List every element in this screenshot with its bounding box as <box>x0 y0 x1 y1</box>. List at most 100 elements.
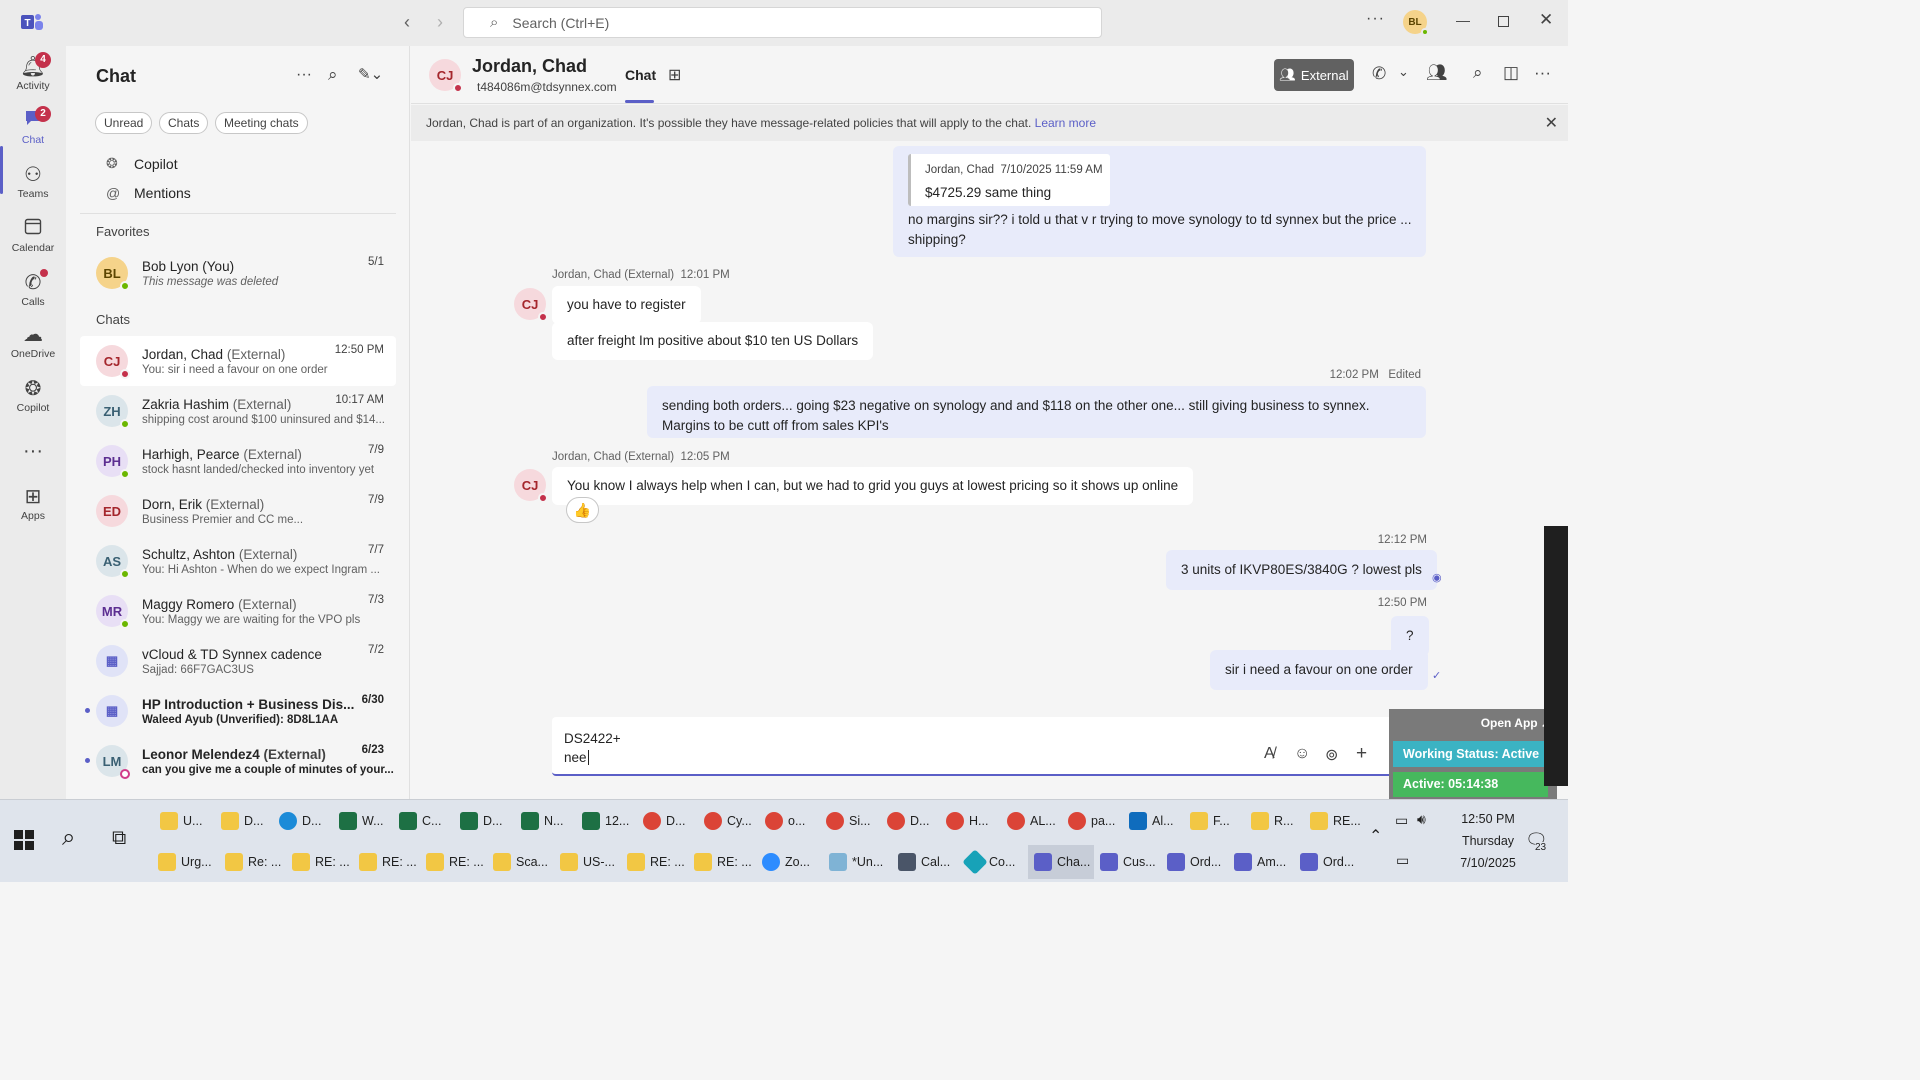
close-icon[interactable]: ✕ <box>1545 113 1558 133</box>
more-options-icon[interactable]: ··· <box>1366 10 1385 28</box>
message-incoming[interactable]: you have to register <box>552 286 701 324</box>
taskbar-item[interactable]: Cal... <box>898 845 950 879</box>
rail-item-teams[interactable]: ⚇ Teams <box>0 162 66 200</box>
start-button[interactable] <box>14 830 34 853</box>
battery-icon[interactable]: ▭ <box>1395 812 1408 829</box>
working-status-button[interactable]: Working Status: Active <box>1393 741 1548 767</box>
chat-item-hp-introduction[interactable]: ▦ HP Introduction + Business Dis... Wale… <box>80 686 396 736</box>
message-incoming[interactable]: You know I always help when I can, but w… <box>552 467 1194 505</box>
notification-center-icon[interactable]: 🗨︎ 23 <box>1525 830 1548 853</box>
chat-item-zakria-hashim[interactable]: ZH Zakria Hashim (External) shipping cos… <box>80 386 396 436</box>
taskbar-item[interactable]: RE: ... <box>627 845 685 879</box>
taskbar-item[interactable]: Co... <box>962 845 1015 879</box>
taskbar-item[interactable]: Al... <box>1129 804 1174 838</box>
clock[interactable]: 12:50 PM Thursday 7/10/2025 <box>1448 808 1528 874</box>
taskbar-item[interactable]: Cy... <box>704 804 752 838</box>
tray-chevron-up-icon[interactable]: ⌃ <box>1369 826 1382 846</box>
taskbar-item[interactable]: AL... <box>1007 804 1056 838</box>
filter-chats[interactable]: Chats <box>158 112 209 134</box>
chat-item-bob-lyon[interactable]: BL Bob Lyon (You) This message was delet… <box>80 248 396 298</box>
message-outgoing[interactable]: sir i need a favour on one order <box>1210 650 1428 690</box>
open-panel-icon[interactable]: ◫ <box>1503 63 1519 83</box>
taskbar-item[interactable]: Sca... <box>493 845 548 879</box>
open-app-button[interactable]: Open App ↗ <box>1481 716 1551 730</box>
teams-logo-icon[interactable]: T <box>21 12 43 32</box>
filter-unread[interactable]: Unread <box>95 112 153 134</box>
chat-item-dorn-erik[interactable]: ED Dorn, Erik (External) Business Premie… <box>80 486 396 536</box>
rail-item-onedrive[interactable]: ☁︎ OneDrive <box>0 322 66 360</box>
chevron-down-icon[interactable]: ⌄ <box>1398 64 1409 80</box>
contact-avatar[interactable]: CJ <box>429 59 463 93</box>
taskbar-item[interactable]: W... <box>339 804 384 838</box>
taskbar-item[interactable]: RE: ... <box>359 845 417 879</box>
participants-icon[interactable]: 👥︎ <box>1426 63 1448 83</box>
search-box[interactable]: ⌕ Search (Ctrl+E) <box>463 7 1102 38</box>
taskbar-item[interactable]: H... <box>946 804 988 838</box>
nav-copilot[interactable]: ❂ Copilot <box>106 155 178 172</box>
rail-item-activity[interactable]: 🔔︎ Activity 4 <box>0 52 66 92</box>
message-incoming[interactable]: after freight Im positive about $10 ten … <box>552 322 874 360</box>
taskbar-item[interactable]: Cus... <box>1100 845 1156 879</box>
taskbar-item[interactable]: D... <box>643 804 685 838</box>
network-icon[interactable]: ▭ <box>1396 852 1409 869</box>
taskbar-item[interactable]: Ord... <box>1300 845 1354 879</box>
more-options-icon[interactable]: ··· <box>1534 63 1551 83</box>
taskbar-item[interactable]: D... <box>460 804 502 838</box>
search-icon[interactable]: ⌕ <box>1473 63 1483 83</box>
taskbar-item[interactable]: R... <box>1251 804 1293 838</box>
taskbar-item[interactable]: N... <box>521 804 563 838</box>
message-outgoing[interactable]: Jordan, Chad 7/10/2025 11:59 AM $4725.29… <box>893 146 1426 257</box>
taskbar-item[interactable]: pa... <box>1068 804 1115 838</box>
close-window-button[interactable]: ✕ <box>1539 10 1553 30</box>
taskbar-item[interactable]: RE: ... <box>292 845 350 879</box>
message-outgoing[interactable]: 3 units of IKVP80ES/3840G ? lowest pls <box>1166 550 1437 590</box>
taskbar-item[interactable]: o... <box>765 804 805 838</box>
taskbar-item[interactable]: US-... <box>560 845 615 879</box>
filter-meeting-chats[interactable]: Meeting chats <box>214 112 308 134</box>
maximize-button[interactable] <box>1498 16 1509 27</box>
chat-item-leonor-melendez[interactable]: LM Leonor Melendez4 (External) can you g… <box>80 736 396 786</box>
message-outgoing[interactable]: sending both orders... going $23 negativ… <box>647 386 1426 438</box>
taskbar-item[interactable]: Zo... <box>762 845 810 879</box>
taskbar-item[interactable]: D... <box>221 804 263 838</box>
taskbar-item[interactable]: RE: ... <box>694 845 752 879</box>
external-badge[interactable]: 👥︎ External <box>1274 59 1354 91</box>
taskbar-item[interactable]: Re: ... <box>225 845 281 879</box>
taskbar-item[interactable]: 12... <box>582 804 629 838</box>
sender-avatar[interactable]: CJ <box>514 469 548 503</box>
minimize-button[interactable]: — <box>1456 12 1470 28</box>
taskbar-item[interactable]: *Un... <box>829 845 883 879</box>
rail-item-copilot[interactable]: ❂ Copilot <box>0 376 66 414</box>
more-options-icon[interactable]: ··· <box>296 66 312 84</box>
learn-more-link[interactable]: Learn more <box>1035 116 1096 130</box>
taskbar-item[interactable]: D... <box>887 804 929 838</box>
sender-avatar[interactable]: CJ <box>514 288 548 322</box>
rail-item-calendar[interactable]: Calendar <box>0 216 66 254</box>
new-chat-icon[interactable]: ✎⌄ <box>358 65 383 83</box>
chat-item-vcloud-cadence[interactable]: ▦ vCloud & TD Synnex cadence Sajjad: 66F… <box>80 636 396 686</box>
taskbar-item[interactable]: Am... <box>1234 845 1286 879</box>
emoji-icon[interactable]: ☺ <box>1294 745 1310 763</box>
rail-item-apps[interactable]: ⊞ Apps <box>0 484 66 522</box>
taskbar-item[interactable]: RE: ... <box>426 845 484 879</box>
filter-search-icon[interactable]: ⌕ <box>328 65 338 85</box>
chat-item-maggy-romero[interactable]: MR Maggy Romero (External) You: Maggy we… <box>80 586 396 636</box>
taskbar-item[interactable]: F... <box>1190 804 1230 838</box>
nav-mentions[interactable]: @ Mentions <box>106 185 191 201</box>
taskbar-item[interactable]: Si... <box>826 804 871 838</box>
compose-text[interactable]: DS2422+ nee <box>564 729 621 767</box>
taskbar-item[interactable]: Urg... <box>158 845 212 879</box>
volume-icon[interactable]: 🔊︎ <box>1417 811 1426 828</box>
search-icon[interactable]: ⌕ <box>62 824 75 852</box>
add-tab-icon[interactable]: ⊞ <box>668 65 681 85</box>
rail-item-chat[interactable]: Chat 2 <box>0 106 66 146</box>
forward-arrow-icon[interactable]: › <box>437 12 443 33</box>
chat-item-jordan-chad[interactable]: CJ Jordan, Chad (External) You: sir i ne… <box>80 336 396 386</box>
chat-item-schultz-ashton[interactable]: AS Schultz, Ashton (External) You: Hi As… <box>80 536 396 586</box>
chat-item-harhigh-pearce[interactable]: PH Harhigh, Pearce (External) stock hasn… <box>80 436 396 486</box>
compose-box[interactable]: DS2422+ nee A̸ ☺ ⊚ + <box>552 717 1426 776</box>
quoted-message[interactable]: Jordan, Chad 7/10/2025 11:59 AM $4725.29… <box>908 154 1110 206</box>
rail-more-apps[interactable]: ··· <box>0 438 66 464</box>
taskbar-item[interactable]: U... <box>160 804 202 838</box>
taskbar-item[interactable]: RE... <box>1310 804 1361 838</box>
